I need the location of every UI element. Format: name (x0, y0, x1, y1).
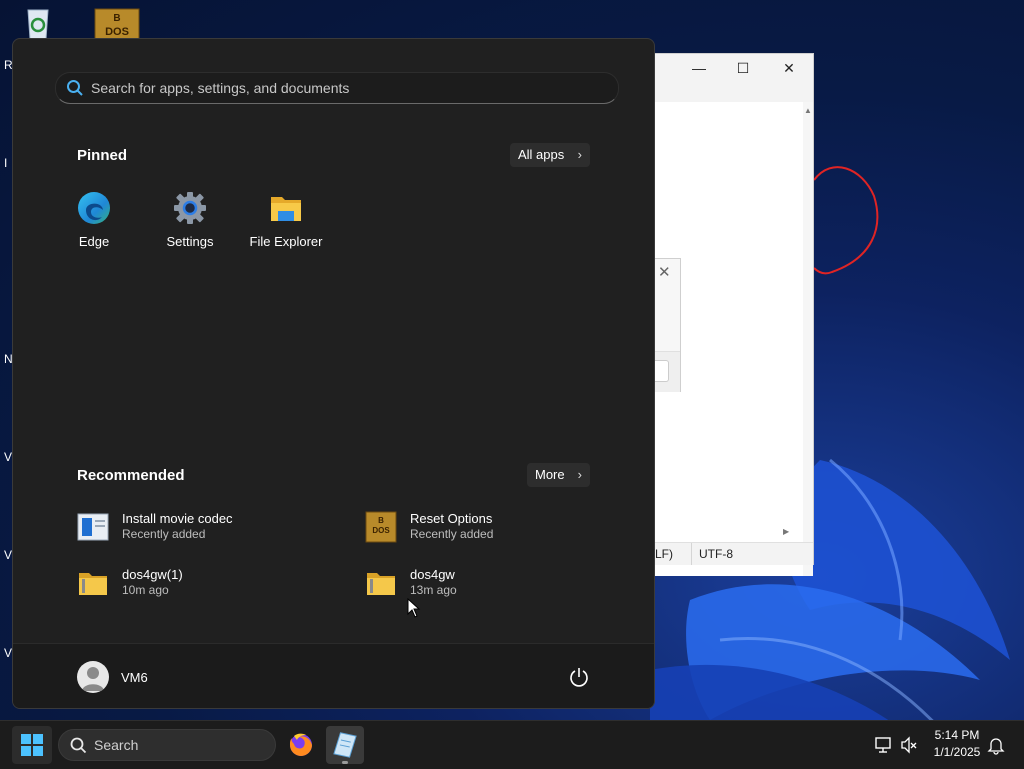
mouse-cursor-icon (407, 598, 421, 618)
line-ending-status: LF) (655, 547, 673, 561)
start-menu: Search for apps, settings, and documents… (12, 38, 655, 709)
red-annotation-circle (813, 166, 879, 275)
firefox-icon (290, 733, 312, 756)
vertical-scrollbar[interactable]: ▲ ▼ (803, 102, 813, 576)
recycle-bin-icon[interactable] (20, 6, 56, 40)
clock-time: 5:14 PM (934, 728, 980, 742)
dialog-close-icon[interactable]: ✕ (658, 263, 671, 281)
recommended-item-name: Install movie codec (122, 511, 233, 526)
pinned-app-edge[interactable]: Edge (46, 191, 142, 261)
notepad-icon (333, 732, 357, 758)
close-button[interactable]: ✕ (778, 58, 800, 78)
encoding-status: UTF-8 (699, 547, 733, 561)
recommended-item-name: dos4gw (410, 567, 455, 582)
chevron-right-icon: › (577, 147, 582, 162)
taskbar-search-label: Search (94, 737, 139, 753)
recommended-item-subtitle: Recently added (410, 527, 494, 541)
edge-icon (78, 192, 110, 224)
user-avatar[interactable] (77, 661, 109, 693)
all-apps-button[interactable]: All apps › (510, 143, 590, 167)
dosbox-icon: B DOS (365, 511, 397, 543)
running-indicator (342, 761, 348, 764)
recommended-item-name: Reset Options (410, 511, 493, 526)
pinned-app-settings[interactable]: Settings (142, 191, 238, 261)
notification-bell-icon[interactable] (986, 735, 1006, 755)
pinned-app-label: Settings (166, 234, 214, 249)
desktop-label-fragment: V (4, 646, 13, 660)
svg-text:DOS: DOS (105, 26, 129, 38)
dialog-footer (655, 351, 680, 392)
zip-folder-icon (367, 573, 395, 595)
svg-text:DOS: DOS (372, 526, 390, 535)
scroll-right-arrow-icon[interactable]: ▶ (783, 527, 789, 536)
pinned-app-label: Edge (78, 234, 110, 249)
recommended-item[interactable]: Install movie codec Recently added (77, 507, 337, 547)
dialog-window-fragment[interactable]: ✕ (654, 258, 681, 392)
window-titlebar[interactable]: — ☐ ✕ (653, 54, 813, 82)
search-icon (67, 80, 83, 96)
desktop-label-fragment: I (4, 156, 8, 170)
status-bar: LF) UTF-8 (653, 542, 813, 565)
maximize-button[interactable]: ☐ (732, 58, 754, 78)
pinned-app-file-explorer[interactable]: File Explorer (238, 191, 334, 261)
status-divider (691, 543, 692, 565)
clock-date: 1/1/2025 (933, 745, 981, 759)
recommended-item-subtitle: Recently added (122, 527, 206, 541)
taskbar-firefox[interactable] (282, 726, 320, 764)
recommended-item-subtitle: 10m ago (122, 583, 169, 597)
recommended-item[interactable]: dos4gw 13m ago (365, 563, 625, 603)
taskbar-search-box[interactable]: Search (58, 729, 276, 761)
power-icon[interactable] (568, 666, 590, 688)
minimize-button[interactable]: — (688, 58, 710, 78)
dialog-button-fragment[interactable] (655, 360, 669, 382)
zip-folder-icon (79, 573, 107, 595)
volume-muted-icon[interactable] (899, 735, 919, 755)
desktop-label-fragment: V (4, 548, 13, 562)
all-apps-label: All apps (518, 147, 565, 162)
network-icon[interactable] (874, 735, 894, 755)
desktop-label-fragment: V (4, 450, 13, 464)
recommended-item-subtitle: 13m ago (410, 583, 457, 597)
pinned-title: Pinned (77, 147, 128, 164)
more-label: More (535, 467, 565, 482)
chevron-right-icon: › (577, 467, 582, 482)
start-search-input[interactable]: Search for apps, settings, and documents (55, 72, 619, 104)
svg-text:B: B (378, 516, 384, 525)
recommended-item[interactable]: dos4gw(1) 10m ago (77, 563, 337, 603)
recommended-item[interactable]: B DOS Reset Options Recently added (365, 507, 625, 547)
user-bar: VM6 (13, 643, 654, 708)
user-name[interactable]: VM6 (121, 670, 148, 685)
user-avatar-icon (82, 667, 104, 691)
search-icon (70, 737, 87, 754)
start-button[interactable] (12, 726, 52, 764)
svg-text:B: B (113, 13, 120, 24)
recommended-item-name: dos4gw(1) (122, 567, 183, 582)
taskbar-notepad[interactable] (326, 726, 364, 764)
scroll-up-arrow-icon[interactable]: ▲ (804, 106, 812, 115)
clock[interactable]: 5:14 PM 1/1/2025 (922, 727, 992, 761)
windows-logo-icon (21, 734, 43, 756)
search-placeholder: Search for apps, settings, and documents (91, 80, 350, 96)
dosbox-desktop-icon[interactable]: B DOS (94, 8, 140, 40)
more-button[interactable]: More › (527, 463, 590, 487)
taskbar: Search 5:14 PM 1/1/2025 (0, 720, 1024, 769)
settings-gear-icon (174, 192, 206, 224)
installer-icon (77, 513, 109, 541)
recommended-title: Recommended (77, 467, 185, 484)
file-explorer-icon (271, 197, 301, 221)
pinned-app-label: File Explorer (249, 234, 323, 249)
